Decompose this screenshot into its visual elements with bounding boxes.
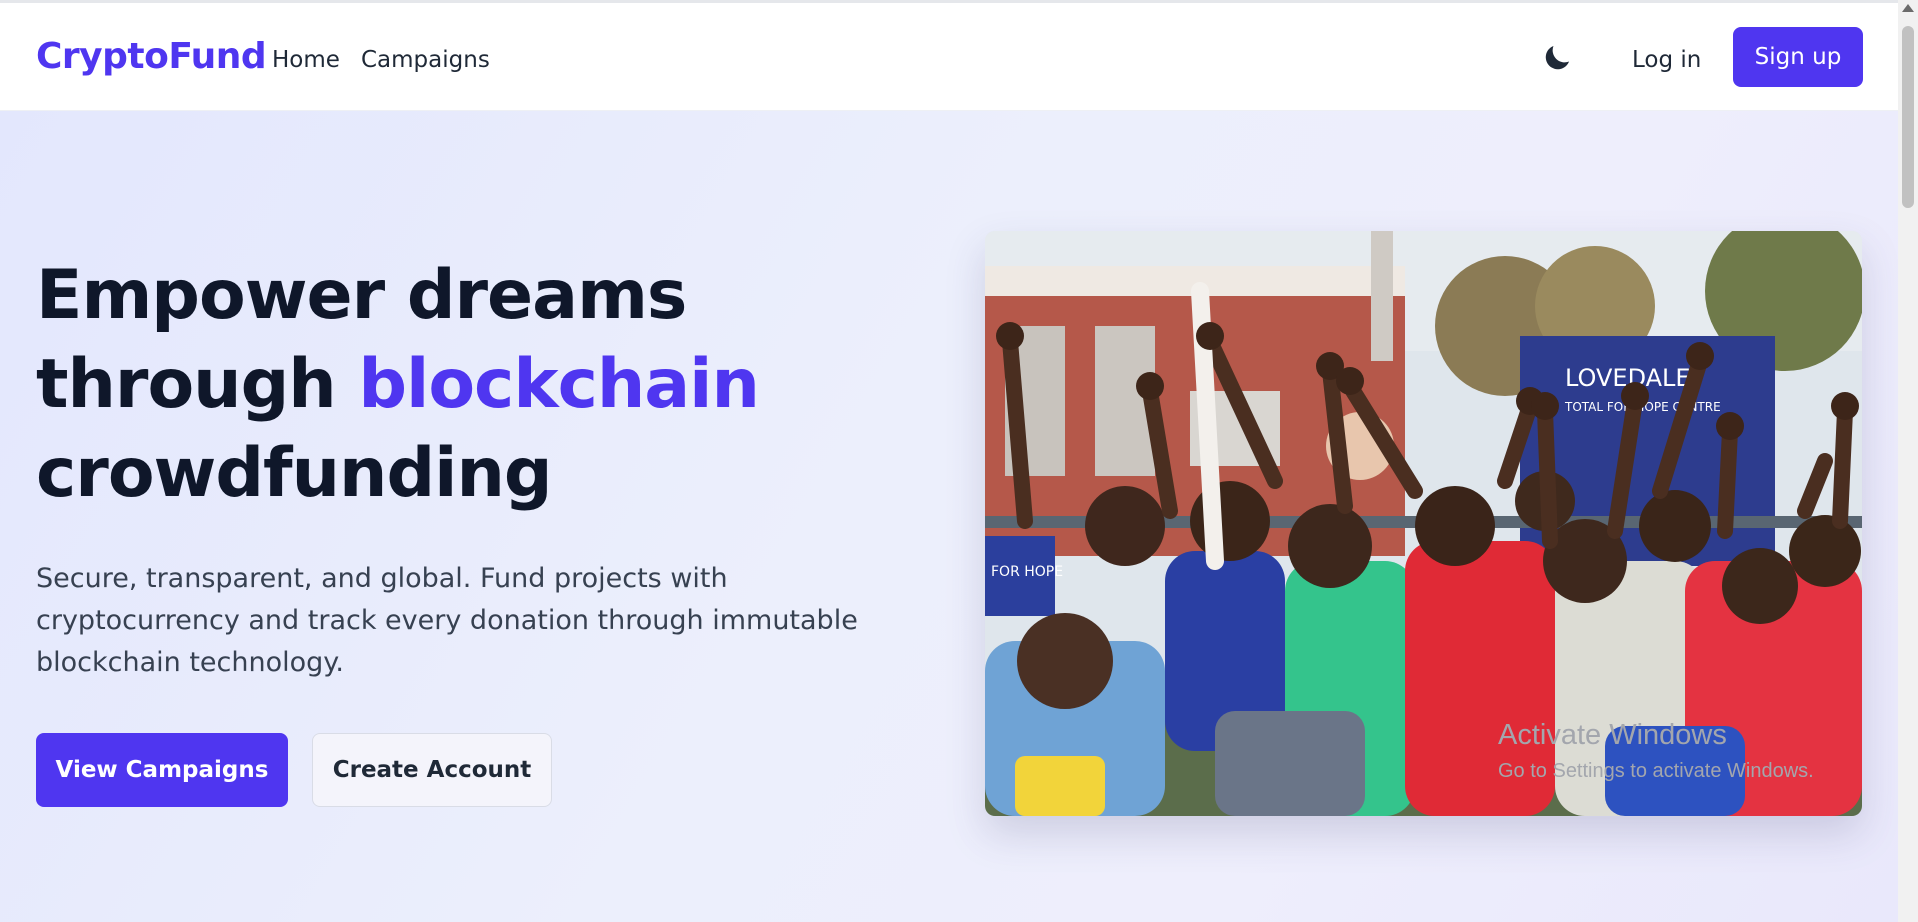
headline-line-3: crowdfunding — [36, 434, 553, 513]
brand-logo[interactable]: CryptoFund — [36, 36, 267, 77]
nav-link-home[interactable]: Home — [272, 47, 340, 73]
moon-icon[interactable] — [1540, 41, 1574, 75]
nav-link-campaigns[interactable]: Campaigns — [361, 47, 490, 73]
windows-activation-subtitle: Go to Settings to activate Windows. — [1498, 760, 1814, 782]
hero-section: Empower dreams through blockchain crowdf… — [0, 111, 1898, 922]
login-link[interactable]: Log in — [1632, 47, 1701, 73]
create-account-button[interactable]: Create Account — [312, 733, 552, 807]
signup-button[interactable]: Sign up — [1733, 27, 1863, 87]
hero-subtext: Secure, transparent, and global. Fund pr… — [36, 563, 858, 678]
scroll-up-arrow-icon[interactable] — [1902, 4, 1914, 12]
view-campaigns-button[interactable]: View Campaigns — [36, 733, 288, 807]
vertical-scrollbar[interactable] — [1898, 0, 1918, 922]
windows-activation-title: Activate Windows — [1498, 719, 1727, 751]
hero-headline: Empower dreams through blockchain crowdf… — [36, 251, 836, 518]
navbar: CryptoFund Home Campaigns Log in Sign up — [0, 3, 1898, 111]
headline-line-2: through — [36, 345, 359, 424]
headline-accent: blockchain — [358, 345, 760, 424]
hero-image: LOVEDALE TOTAL FOR HOPE CENTRE FOR HOPE — [985, 231, 1862, 816]
crowd-photo-illustration: LOVEDALE TOTAL FOR HOPE CENTRE FOR HOPE — [985, 231, 1862, 816]
banner-text-hope: FOR HOPE — [991, 564, 1063, 580]
headline-line-1: Empower dreams — [36, 256, 687, 335]
scrollbar-thumb[interactable] — [1902, 26, 1914, 208]
